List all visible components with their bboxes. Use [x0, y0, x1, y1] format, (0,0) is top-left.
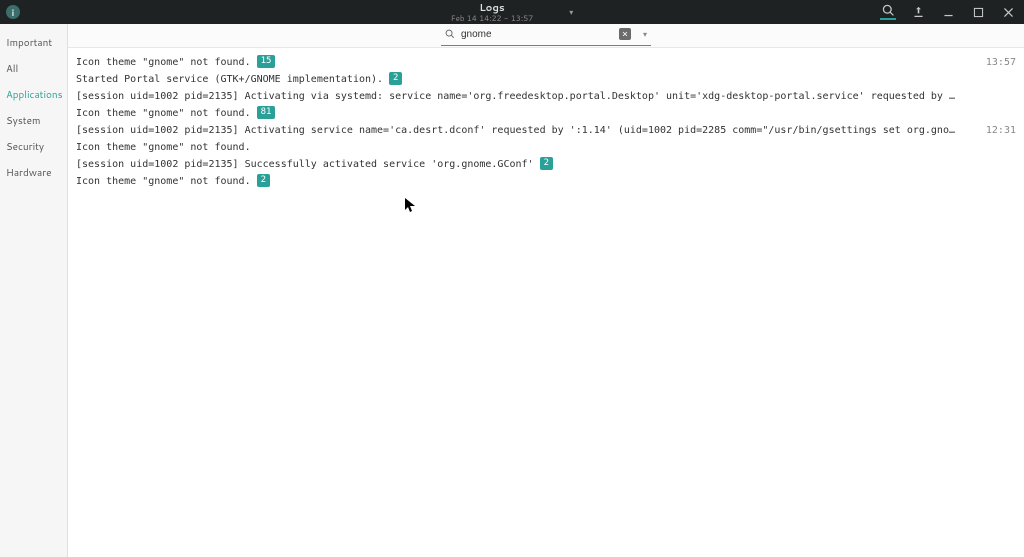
search-icon: [445, 26, 455, 43]
log-message: Icon theme "gnome" not found.: [76, 140, 251, 155]
close-icon[interactable]: [1000, 4, 1016, 20]
maximize-icon[interactable]: [970, 4, 986, 20]
export-icon[interactable]: [910, 4, 926, 20]
count-badge: 2: [389, 72, 402, 85]
minimize-icon[interactable]: [940, 4, 956, 20]
log-message: Icon theme "gnome" not found.: [76, 174, 251, 189]
search-input[interactable]: [461, 29, 611, 40]
log-row[interactable]: Icon theme "gnome" not found. 15 13:57: [76, 54, 1016, 71]
log-message: [session uid=1002 pid=2135] Activating s…: [76, 123, 956, 138]
app-subtitle: Feb 14 14:22 - 13:57: [451, 14, 534, 22]
count-badge: 15: [257, 55, 276, 68]
log-message: [session uid=1002 pid=2135] Successfully…: [76, 157, 534, 172]
chevron-down-icon[interactable]: ▾: [637, 28, 647, 40]
sidebar-item-applications[interactable]: Applications: [0, 82, 67, 108]
count-badge: 81: [257, 106, 276, 119]
log-row[interactable]: Started Portal service (GTK+/GNOME imple…: [76, 71, 1016, 88]
log-time: 12:31: [976, 123, 1016, 138]
sidebar-item-hardware[interactable]: Hardware: [0, 160, 67, 186]
main-area: ▾ Icon theme "gnome" not found. 15 13:57 St…: [68, 24, 1024, 557]
header-bar: i Logs Feb 14 14:22 - 13:57 ▾: [0, 0, 1024, 24]
log-time: 13:57: [976, 55, 1016, 70]
log-message: Icon theme "gnome" not found.: [76, 106, 251, 121]
backspace-icon: [619, 28, 631, 40]
search-icon[interactable]: [880, 4, 896, 20]
clear-search-button[interactable]: [619, 28, 631, 40]
log-row[interactable]: Icon theme "gnome" not found. 2: [76, 173, 1016, 190]
body: Important All Applications System Securi…: [0, 24, 1024, 557]
log-list[interactable]: Icon theme "gnome" not found. 15 13:57 Star…: [68, 48, 1024, 557]
header-left: i: [0, 5, 20, 19]
chevron-down-icon[interactable]: ▾: [539, 6, 573, 18]
search-field[interactable]: ▾: [441, 26, 651, 46]
title-block: Logs Feb 14 14:22 - 13:57: [451, 3, 534, 22]
count-badge: 2: [257, 174, 270, 187]
log-row[interactable]: Icon theme "gnome" not found. 81: [76, 105, 1016, 122]
sidebar-item-security[interactable]: Security: [0, 134, 67, 160]
header-center[interactable]: Logs Feb 14 14:22 - 13:57 ▾: [451, 3, 574, 22]
info-icon[interactable]: i: [6, 5, 20, 19]
log-row[interactable]: [session uid=1002 pid=2135] Successfully…: [76, 156, 1016, 173]
sidebar-item-all[interactable]: All: [0, 56, 67, 82]
sidebar-item-important[interactable]: Important: [0, 30, 67, 56]
log-message: [session uid=1002 pid=2135] Activating v…: [76, 89, 956, 104]
log-row[interactable]: [session uid=1002 pid=2135] Activating s…: [76, 122, 1016, 139]
search-bar: ▾: [68, 24, 1024, 48]
sidebar: Important All Applications System Securi…: [0, 24, 68, 557]
header-right: [880, 4, 1024, 20]
count-badge: 2: [540, 157, 553, 170]
log-row[interactable]: [session uid=1002 pid=2135] Activating v…: [76, 88, 1016, 105]
sidebar-item-system[interactable]: System: [0, 108, 67, 134]
log-message: Started Portal service (GTK+/GNOME imple…: [76, 72, 383, 87]
log-row[interactable]: Icon theme "gnome" not found.: [76, 139, 1016, 156]
log-message: Icon theme "gnome" not found.: [76, 55, 251, 70]
